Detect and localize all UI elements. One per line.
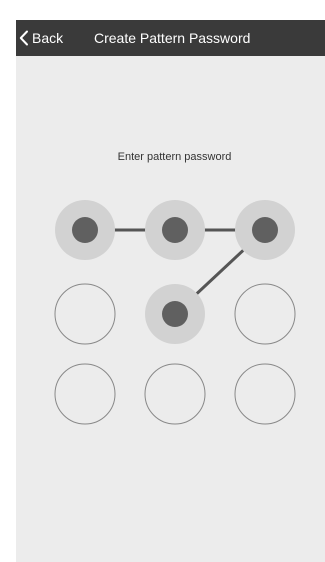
pattern-dot-3[interactable] [235,200,295,260]
pattern-dot-outline [54,283,116,345]
pattern-grid[interactable] [16,20,325,562]
pattern-dot-outline [54,363,116,425]
pattern-dot-4[interactable] [54,283,116,345]
pattern-dot-8[interactable] [144,363,206,425]
pattern-dot-outline [234,283,296,345]
pattern-dot-5[interactable] [145,284,205,344]
pattern-dot-9[interactable] [234,363,296,425]
pattern-dot-7[interactable] [54,363,116,425]
pattern-dot-center [72,217,98,243]
pattern-dot-outline [234,363,296,425]
pattern-dot-outline [144,363,206,425]
pattern-dot-center [162,301,188,327]
pattern-dot-2[interactable] [145,200,205,260]
pattern-dot-center [252,217,278,243]
phone-screen: Back Create Pattern Password Enter patte… [16,20,325,562]
pattern-dot-6[interactable] [234,283,296,345]
pattern-dot-center [162,217,188,243]
pattern-dot-1[interactable] [55,200,115,260]
